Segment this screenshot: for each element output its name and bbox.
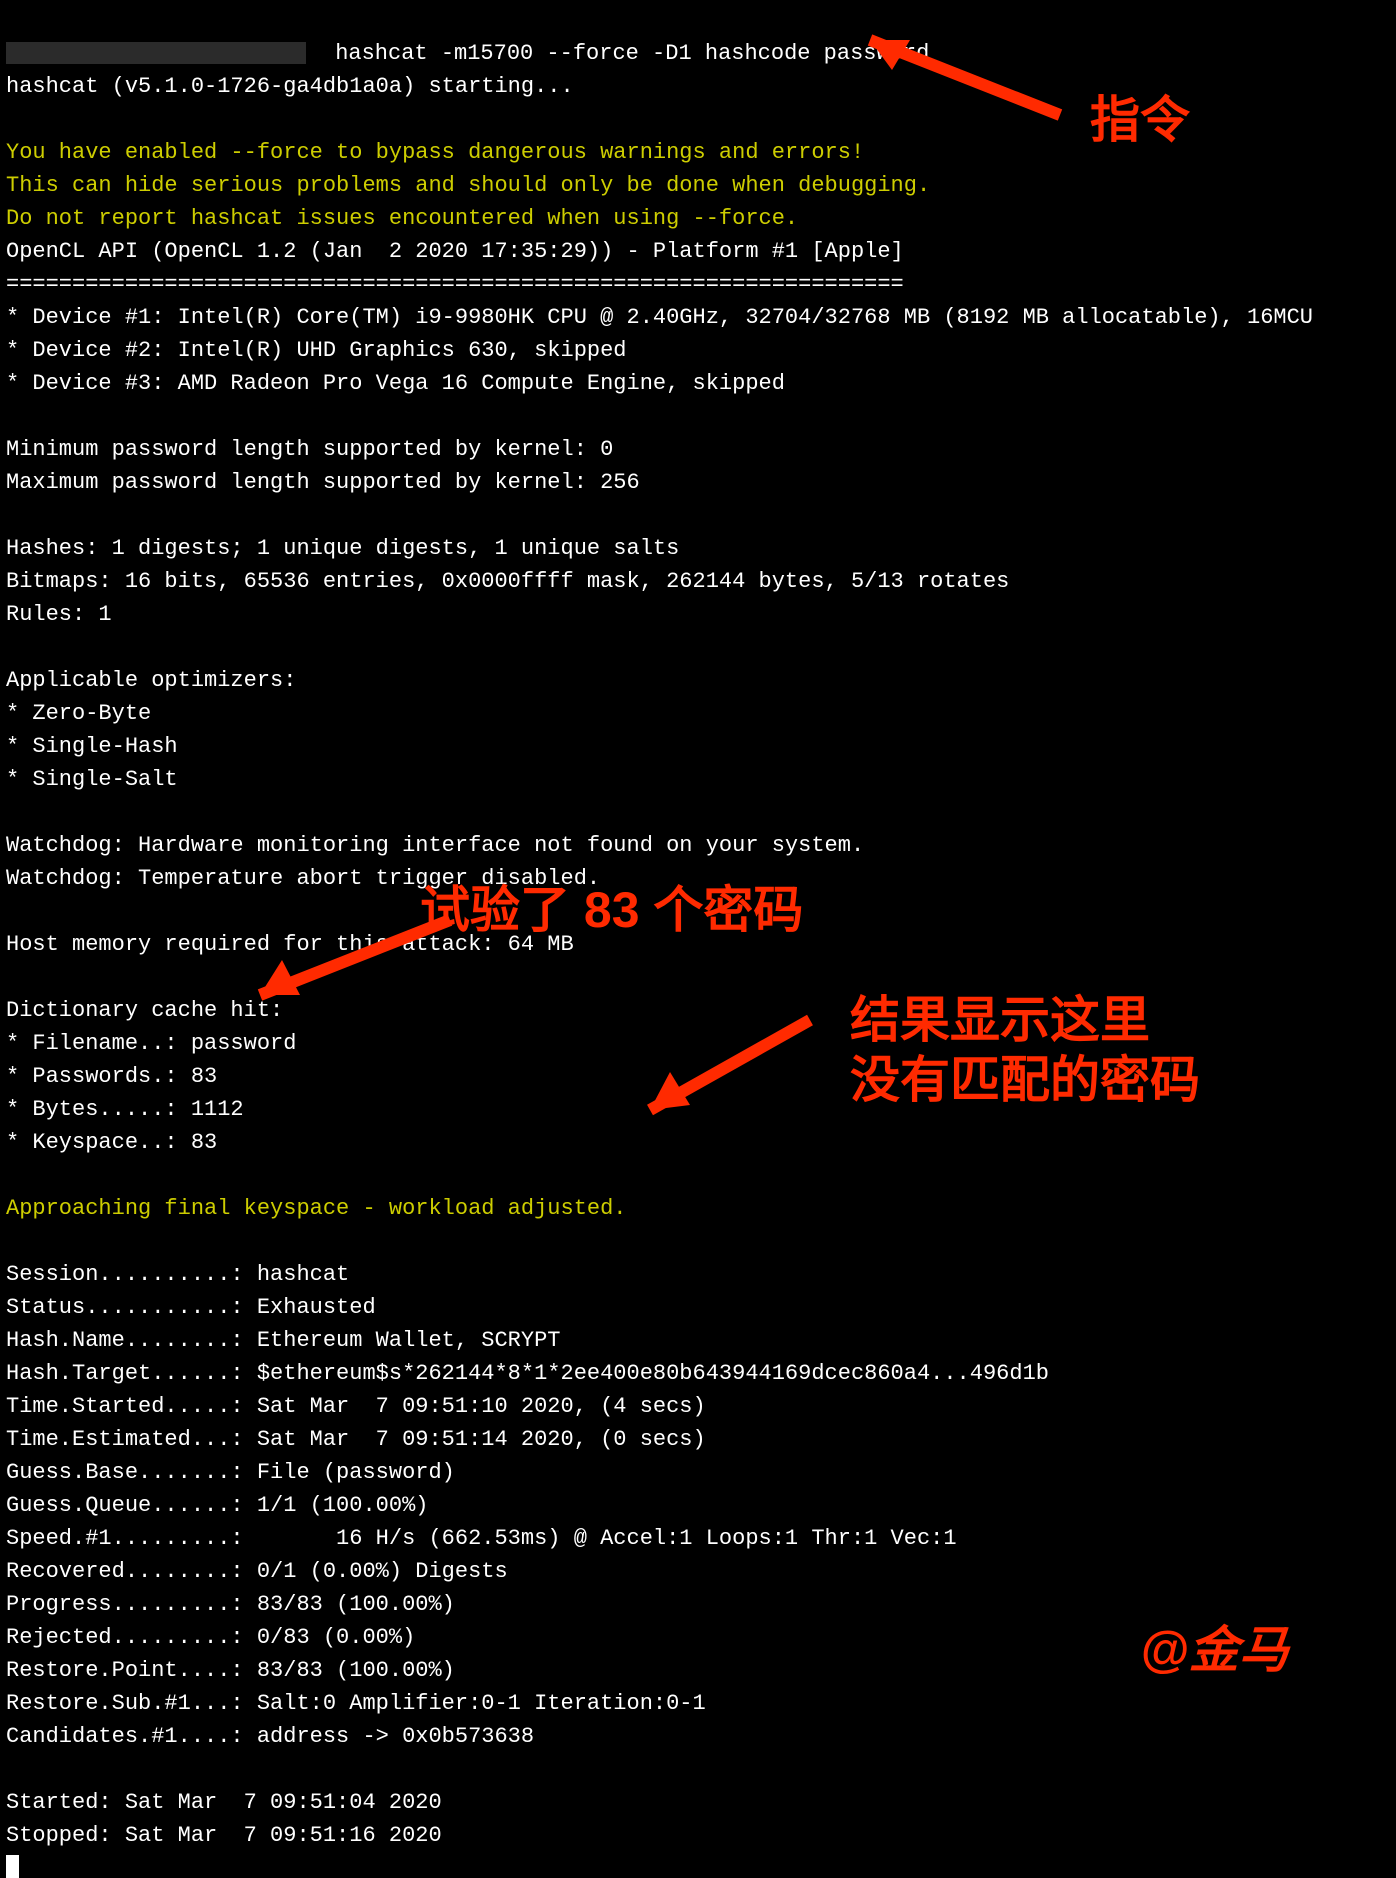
status-candidates: Candidates.#1....: address -> 0x0b573638 <box>6 1724 534 1749</box>
dict-filename: * Filename..: password <box>6 1031 296 1056</box>
bitmaps-line: Bitmaps: 16 bits, 65536 entries, 0x0000f… <box>6 569 1009 594</box>
rules-line: Rules: 1 <box>6 602 112 627</box>
stopped-line: Stopped: Sat Mar 7 09:51:16 2020 <box>6 1823 442 1848</box>
status-rejected: Rejected.........: 0/83 (0.00%) <box>6 1625 415 1650</box>
status-guess-base: Guess.Base.......: File (password) <box>6 1460 455 1485</box>
force-warning-2: This can hide serious problems and shoul… <box>6 173 930 198</box>
min-password-length: Minimum password length supported by ker… <box>6 437 613 462</box>
status-progress: Progress.........: 83/83 (100.00%) <box>6 1592 455 1617</box>
status-time-started: Time.Started.....: Sat Mar 7 09:51:10 20… <box>6 1394 706 1419</box>
dict-bytes: * Bytes.....: 1112 <box>6 1097 244 1122</box>
status-status: Status...........: Exhausted <box>6 1295 376 1320</box>
status-guess-queue: Guess.Queue......: 1/1 (100.00%) <box>6 1493 428 1518</box>
approaching-keyspace: Approaching final keyspace - workload ad… <box>6 1196 627 1221</box>
status-restore-point: Restore.Point....: 83/83 (100.00%) <box>6 1658 455 1683</box>
force-warning-1: You have enabled --force to bypass dange… <box>6 140 864 165</box>
status-restore-sub: Restore.Sub.#1...: Salt:0 Amplifier:0-1 … <box>6 1691 706 1716</box>
optimizer-single-salt: * Single-Salt <box>6 767 178 792</box>
watchdog-2: Watchdog: Temperature abort trigger disa… <box>6 866 600 891</box>
hashcat-starting: hashcat (v5.1.0-1726-ga4db1a0a) starting… <box>6 74 574 99</box>
command-line: hashcat -m15700 --force -D1 hashcode pas… <box>322 41 929 66</box>
terminal-cursor <box>6 1855 19 1878</box>
optimizer-zero-byte: * Zero-Byte <box>6 701 151 726</box>
opencl-api-line: OpenCL API (OpenCL 1.2 (Jan 2 2020 17:35… <box>6 239 904 264</box>
divider-line: ========================================… <box>6 272 904 297</box>
status-recovered: Recovered........: 0/1 (0.00%) Digests <box>6 1559 508 1584</box>
optimizers-header: Applicable optimizers: <box>6 668 296 693</box>
terminal-output: hashcat -m15700 --force -D1 hashcode pas… <box>0 0 1396 1878</box>
redacted-prompt <box>6 42 306 64</box>
dict-passwords: * Passwords.: 83 <box>6 1064 217 1089</box>
dict-keyspace: * Keyspace..: 83 <box>6 1130 217 1155</box>
status-time-estimated: Time.Estimated...: Sat Mar 7 09:51:14 20… <box>6 1427 706 1452</box>
max-password-length: Maximum password length supported by ker… <box>6 470 640 495</box>
optimizer-single-hash: * Single-Hash <box>6 734 178 759</box>
status-session: Session..........: hashcat <box>6 1262 349 1287</box>
device-1: * Device #1: Intel(R) Core(TM) i9-9980HK… <box>6 305 1313 330</box>
dictionary-cache-header: Dictionary cache hit: <box>6 998 283 1023</box>
watchdog-1: Watchdog: Hardware monitoring interface … <box>6 833 864 858</box>
status-speed: Speed.#1.........: 16 H/s (662.53ms) @ A… <box>6 1526 957 1551</box>
status-hash-name: Hash.Name........: Ethereum Wallet, SCRY… <box>6 1328 561 1353</box>
hashes-line: Hashes: 1 digests; 1 unique digests, 1 u… <box>6 536 679 561</box>
host-memory-line: Host memory required for this attack: 64… <box>6 932 574 957</box>
status-hash-target: Hash.Target......: $ethereum$s*262144*8*… <box>6 1361 1049 1386</box>
device-2: * Device #2: Intel(R) UHD Graphics 630, … <box>6 338 627 363</box>
force-warning-3: Do not report hashcat issues encountered… <box>6 206 798 231</box>
device-3: * Device #3: AMD Radeon Pro Vega 16 Comp… <box>6 371 785 396</box>
started-line: Started: Sat Mar 7 09:51:04 2020 <box>6 1790 442 1815</box>
